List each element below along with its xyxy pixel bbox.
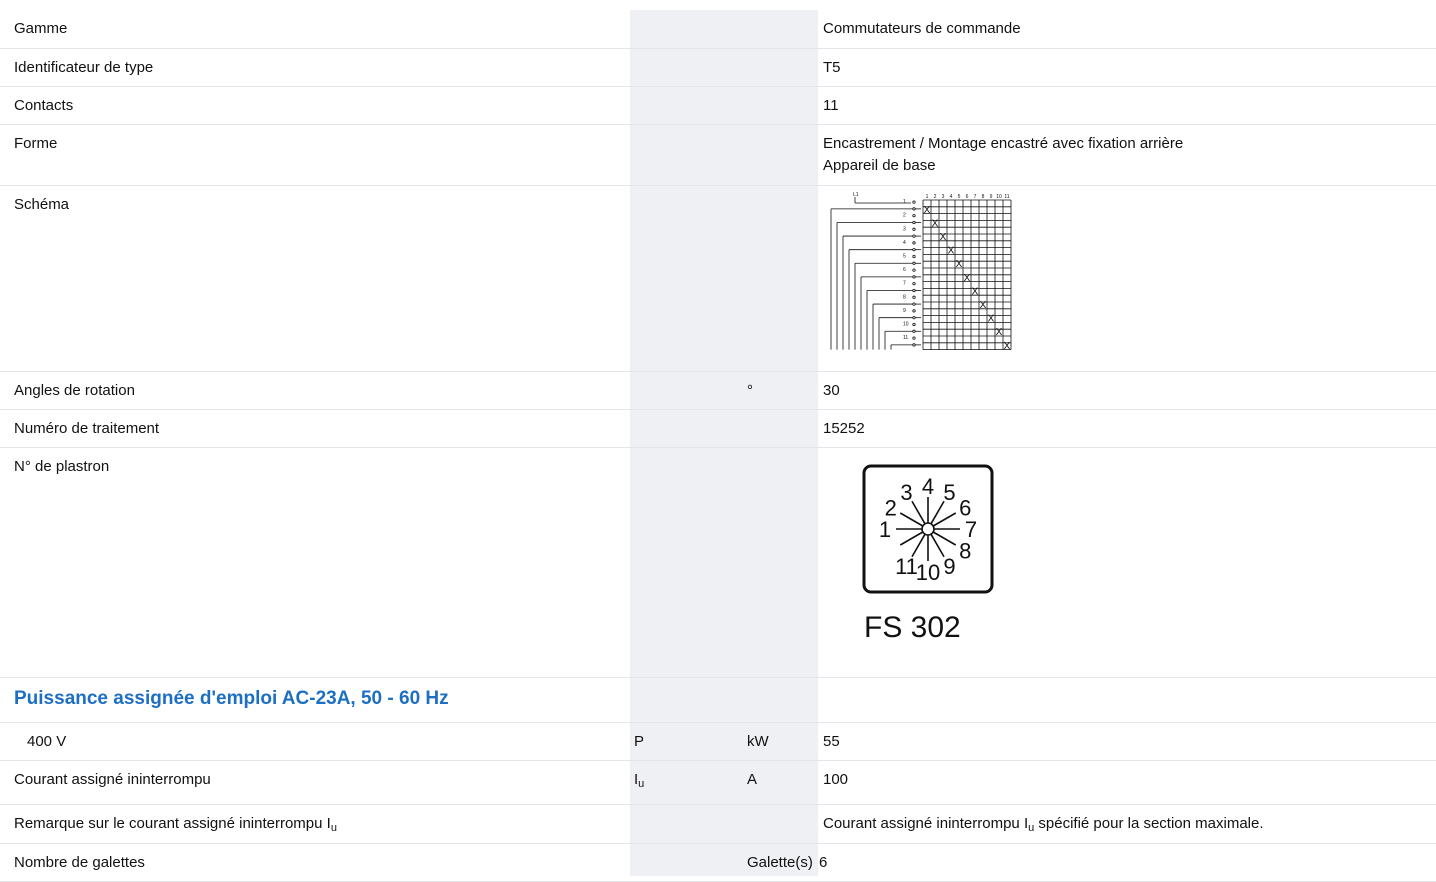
spec-value: 55 [818, 722, 1436, 761]
schema-x-mark: X [948, 245, 955, 256]
spec-section-header: Puissance assignée d'emploi AC-23A, 50 -… [0, 677, 1436, 723]
spec-symbol: Iu [630, 760, 743, 805]
schema-col-number: 7 [974, 194, 977, 200]
schema-col-number: 10 [996, 194, 1002, 200]
dial-number: 9 [943, 554, 955, 579]
spec-value: 6 [818, 843, 1436, 882]
spec-label: Identificateur de type [0, 48, 630, 87]
schema-contact-number: 9 [903, 307, 906, 313]
spec-unit: Galette(s) [743, 843, 818, 882]
spec-label: Numéro de traitement [0, 409, 630, 448]
schema-contact-number: 8 [903, 294, 906, 300]
schema-contact-number: 7 [903, 280, 906, 286]
spec-row-gamme: Gamme Commutateurs de commande [0, 10, 1436, 49]
spec-value: T5 [818, 48, 1436, 87]
contact-diagram: 1 2 3 4 5 6 7 8 9 10 11XXXXXXXXXXXL11234567891011 [830, 192, 1012, 351]
spec-value: 11 [818, 86, 1436, 125]
schema-contact-number: 2 [903, 212, 906, 218]
schema-contact-number: 4 [903, 239, 906, 245]
schema-l1-label: L1 [853, 192, 859, 198]
spec-label: N° de plastron [0, 447, 630, 678]
spec-row-schema: Schéma 1 2 3 4 5 6 7 8 9 10 11 X X X X X X X X X X X L1 1 2 3 4 5 6 7… [0, 185, 1436, 372]
spec-value: 1 2 3 4 5 6 7 8 9 10 11 X X X X X X X X X X X L1 1 2 3 4 5 6 7 8 9 10 11 [818, 185, 1436, 372]
schema-x-mark: X [964, 272, 971, 283]
spec-unit: A [743, 760, 818, 805]
schema-contact-number: 1 [903, 199, 906, 205]
dial-number: 8 [959, 538, 971, 563]
schema-col-number: 3 [942, 194, 945, 200]
spec-value: Commutateurs de commande [818, 10, 1436, 49]
spec-unit: ° [743, 371, 818, 410]
schema-col-number: 6 [966, 194, 969, 200]
spec-row-angle: Angles de rotation ° 30 [0, 371, 1436, 410]
dial-number: 1 [879, 517, 891, 542]
spec-label: Schéma [0, 185, 630, 372]
schema-col-number: 8 [982, 194, 985, 200]
schema-contact-number: 10 [903, 321, 909, 327]
schema-x-mark: X [924, 204, 931, 215]
spec-value: 15252 [818, 409, 1436, 448]
dial-number: 5 [943, 479, 955, 504]
spec-label: Nombre de galettes [0, 843, 630, 882]
spec-label: Remarque sur le courant assigné ininterr… [0, 804, 630, 844]
spec-value: 30 [818, 371, 1436, 410]
schema-contact-number: 5 [903, 253, 906, 259]
schema-contact-number: 3 [903, 226, 906, 232]
spec-value: 100 [818, 760, 1436, 805]
spec-row-traitement: Numéro de traitement 15252 [0, 409, 1436, 448]
section-title: Puissance assignée d'emploi AC-23A, 50 -… [0, 677, 630, 723]
schema-contact-number: 6 [903, 267, 906, 273]
schema-contact-number: 11 [903, 335, 908, 341]
spec-row-forme: Forme Encastrement / Montage encastré av… [0, 124, 1436, 186]
spec-label: Forme [0, 124, 630, 186]
dial-number: 11 [895, 554, 918, 579]
spec-symbol: P [630, 722, 743, 761]
spec-row-400v: 400 V P kW 55 [0, 722, 1436, 761]
spec-row-contacts: Contacts 11 [0, 86, 1436, 125]
schema-x-mark: X [932, 218, 939, 229]
dial-number: 2 [885, 495, 897, 520]
schema-col-number: 5 [958, 194, 961, 200]
spec-label: Angles de rotation [0, 371, 630, 410]
spec-value: Encastrement / Montage encastré avec fix… [818, 124, 1436, 186]
spec-label: Contacts [0, 86, 630, 125]
schema-col-number: 11 [1004, 194, 1009, 200]
schema-x-mark: X [996, 327, 1003, 338]
plate-code: FS 302 [864, 610, 961, 644]
schema-x-mark: X [940, 232, 947, 243]
schema-col-number: 1 [926, 194, 929, 200]
forme-line-2: Appareil de base [823, 156, 936, 174]
spec-unit: kW [743, 722, 818, 761]
spec-value: Courant assigné ininterrompu Iu spécifié… [818, 804, 1436, 844]
schema-x-mark: X [980, 300, 987, 311]
spec-row-plastron: N° de plastron 1 2 3 4 5 6 7 8 9 10 11 FS 302 [0, 447, 1436, 678]
spec-row-iu: Courant assigné ininterrompu Iu A 100 [0, 760, 1436, 805]
dial-number: 3 [900, 479, 912, 504]
schema-col-number: 4 [950, 194, 953, 200]
spec-value: 1 2 3 4 5 6 7 8 9 10 11 FS 302 [818, 447, 1436, 678]
spec-row-type: Identificateur de type T5 [0, 48, 1436, 87]
spec-label: 400 V [0, 722, 630, 761]
schema-x-mark: X [988, 313, 995, 324]
spec-label: Gamme [0, 10, 630, 49]
schema-x-mark: X [972, 286, 979, 297]
spec-row-galettes: Nombre de galettes Galette(s) 6 [0, 843, 1436, 882]
spec-row-remarque: Remarque sur le courant assigné ininterr… [0, 804, 1436, 844]
dial-number: 10 [916, 560, 940, 585]
spec-label: Courant assigné ininterrompu [0, 760, 630, 805]
dial-plate: 123 4 567891011 [862, 464, 994, 593]
forme-line-1: Encastrement / Montage encastré avec fix… [823, 134, 1184, 152]
schema-x-mark: X [956, 259, 963, 270]
spec-table: Gamme Commutateurs de commande Identific… [0, 10, 1436, 882]
schema-col-number: 9 [990, 194, 993, 200]
dial-number: 4 [922, 474, 934, 499]
schema-col-number: 2 [934, 194, 937, 200]
schema-x-mark: X [1004, 340, 1011, 351]
